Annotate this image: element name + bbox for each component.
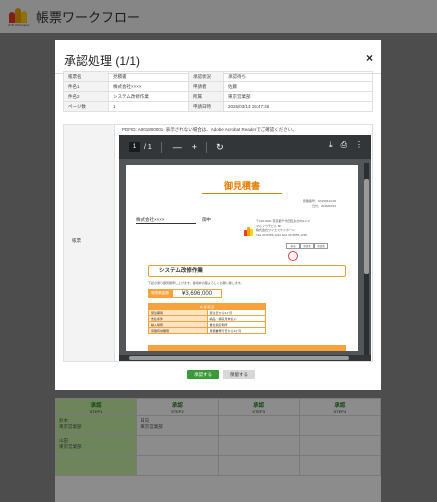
close-icon[interactable]: × — [366, 51, 373, 65]
approval-steps: 承認 STEP1 承認 STEP2 承認 STEP3 承認 STEP4 鈴木 東京営業部… — [54, 398, 382, 502]
step-cell — [136, 455, 219, 476]
estimate-notice: 下記の通り御見積申し上げます。御用命の程よろしくお願い致します。 — [148, 281, 244, 285]
company-logo — [244, 227, 253, 236]
step-cell — [298, 415, 382, 436]
step-cell — [298, 455, 382, 476]
vertical-scroll-thumb[interactable] — [364, 179, 369, 274]
detail-table: 内 容 項 目 受注期間 受注日から3ヶ月 支払条件 納品・検収月末払い 納入場所貴… — [148, 303, 266, 334]
step-cell: 日向 東京営業部 — [136, 415, 219, 436]
table-row: 件名2 システム改修作業 所属 東京営業部 — [63, 91, 373, 102]
zoom-out-icon[interactable]: — — [173, 142, 182, 152]
step-cell — [136, 435, 219, 456]
table-row: 帳票名 見積書 承認状況 承認待ち — [63, 71, 373, 82]
modal-title: 承認処理 (1/1) — [64, 54, 141, 68]
zoom-in-icon[interactable]: + — [192, 142, 197, 152]
label-department: 所属 — [188, 91, 224, 102]
pdf-viewer[interactable]: 1 / 1 — + ↻ ⤓ ⎙ ⋮ 御見積書 見積番号：ST250313-06 … — [119, 135, 371, 361]
stamp-boxes: 担当 承認者 承認者 — [286, 243, 328, 249]
more-icon[interactable]: ⋮ — [355, 140, 363, 150]
label-subject2: 件名2 — [63, 91, 109, 102]
horizontal-scroll-thumb[interactable] — [129, 356, 349, 360]
app-header: HTR Workpaper 帳票ワークフロー — [0, 0, 437, 33]
label-applicant: 申請者 — [188, 81, 224, 92]
step-cell — [298, 435, 382, 456]
step-cell: 山田 東京営業部 — [54, 435, 138, 456]
download-icon[interactable]: ⤓ — [329, 140, 333, 150]
value-applied-at: 2025/03/13 16:47:46 — [223, 101, 373, 112]
value-subject1: 株式会社×××× — [108, 81, 189, 92]
document-number: 見積番号：ST250313-06 日付：2025/03/13 — [302, 199, 336, 208]
step-header-1: 承認 STEP1 — [54, 398, 138, 416]
step-cell — [217, 415, 300, 436]
company-seal — [288, 251, 298, 261]
issuer-address: 〒100-0001 東京都千代田区丸の内1-2-3 マルノウチビル 5F 株式会… — [256, 219, 310, 237]
detail-footer-bar — [148, 345, 346, 351]
approval-modal: 承認処理 (1/1) × 帳票名 見積書 承認状況 承認待ち 件名1 株式会社×… — [55, 40, 381, 390]
value-applicant: 佐藤 — [223, 81, 373, 92]
label-status: 承認状況 — [188, 71, 224, 82]
label-form-name: 帳票名 — [63, 71, 109, 82]
pdf-toolbar: 1 / 1 — + ↻ ⤓ ⎙ ⋮ — [119, 135, 371, 159]
document-title: 御見積書 — [223, 181, 260, 191]
table-row: 件名1 株式会社×××× 申請者 佐藤 — [63, 81, 373, 92]
value-department: 東京営業部 — [223, 91, 373, 102]
page-number-input[interactable]: 1 — [129, 142, 140, 152]
app-title: 帳票ワークフロー — [36, 10, 141, 25]
pdf-page: 御見積書 見積番号：ST250313-06 日付：2025/03/13 株式会社… — [126, 165, 358, 351]
form-label: 帳票 — [72, 238, 81, 243]
label-subject1: 件名1 — [63, 81, 109, 92]
step-cell — [54, 455, 138, 476]
step-header-4: 承認 STEP4 — [298, 398, 382, 416]
total-label: 御見積金額 — [148, 289, 172, 298]
pdf-note: PDFID: A001800001. 表示されない場合は、Adobe Acrob… — [122, 127, 297, 132]
label-applied-at: 申請日時 — [188, 101, 224, 112]
approve-button[interactable]: 承認する — [187, 370, 219, 379]
hold-button[interactable]: 保留する — [223, 370, 255, 379]
form-preview-box: 帳票 PDFID: A001800001. 表示されない場合は、Adobe Ac… — [63, 124, 373, 362]
print-icon[interactable]: ⎙ — [341, 140, 347, 150]
app-logo: HTR Workpaper — [8, 6, 30, 28]
step-header-2: 承認 STEP2 — [136, 398, 219, 416]
total-amount: ¥3,696,000 — [172, 289, 222, 298]
label-page-count: ページ数 — [63, 101, 109, 112]
value-form-name: 見積書 — [108, 71, 189, 82]
step-cell — [217, 435, 300, 456]
value-subject2: システム改修作業 — [108, 91, 189, 102]
value-page-count: 1 — [108, 101, 189, 112]
logo-text: HTR Workpaper — [8, 22, 30, 27]
info-table: 帳票名 見積書 承認状況 承認待ち 件名1 株式会社×××× 申請者 佐藤 件名… — [63, 71, 373, 112]
customer-honorific: 御中 — [202, 217, 211, 222]
step-cell: 鈴木 東京営業部 — [54, 415, 138, 436]
table-row: ページ数 1 申請日時 2025/03/13 16:47:46 — [63, 101, 373, 112]
page-total: / 1 — [144, 143, 152, 151]
title-underline — [202, 193, 282, 194]
step-cell — [217, 455, 300, 476]
document-subject: システム改修作業 — [148, 265, 346, 277]
value-status: 承認待ち — [223, 71, 373, 82]
rotate-icon[interactable]: ↻ — [216, 142, 224, 153]
step-header-3: 承認 STEP3 — [217, 398, 300, 416]
